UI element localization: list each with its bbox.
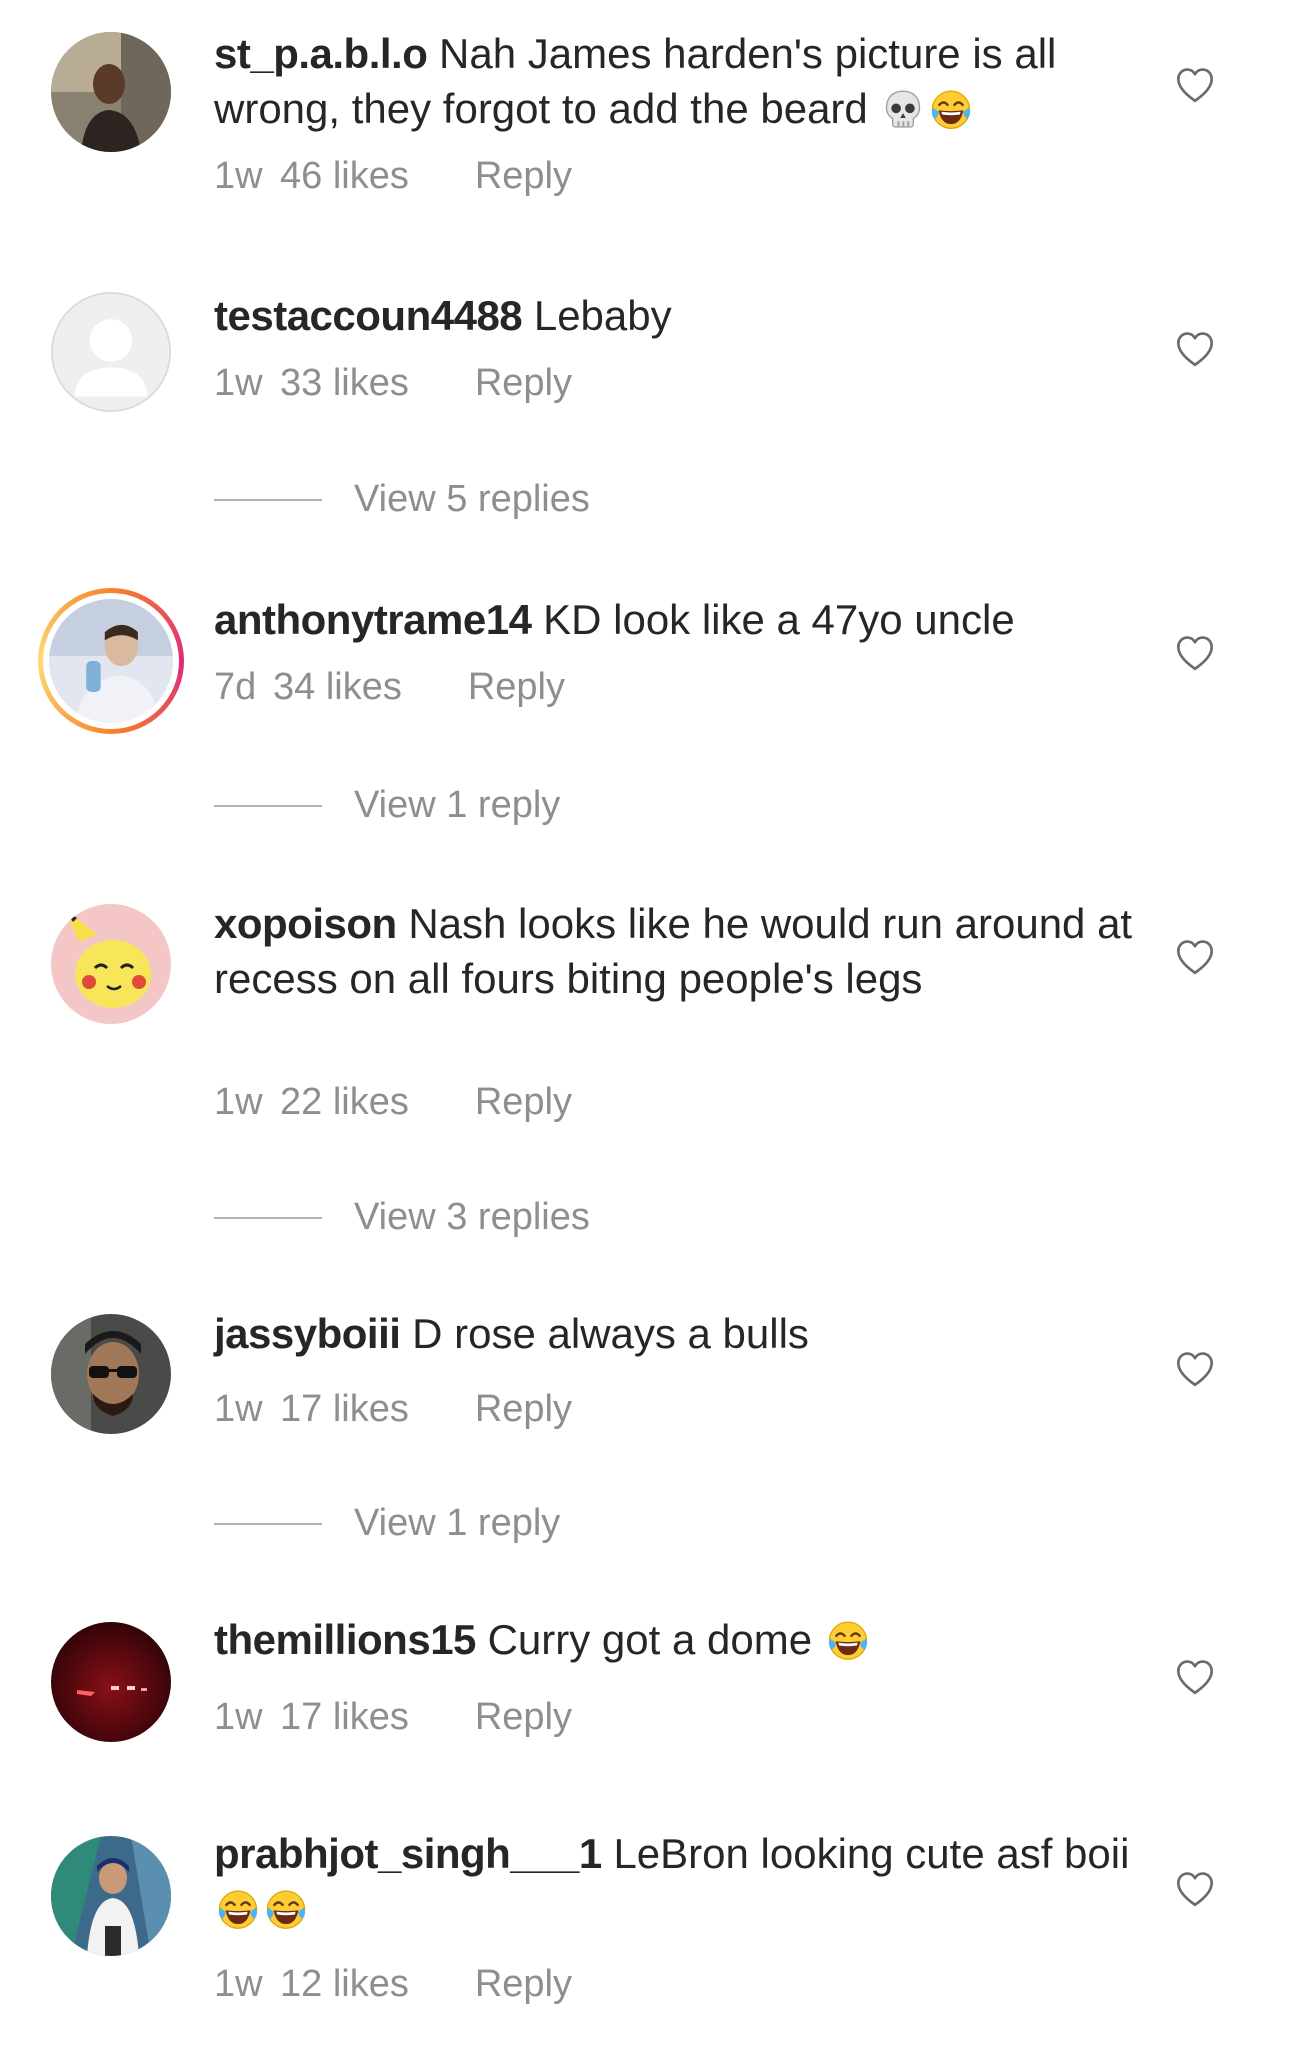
comment-time: 7d — [214, 666, 257, 708]
like-heart-icon[interactable] — [1175, 634, 1215, 672]
reply-button[interactable]: Reply — [475, 155, 572, 198]
comment-username[interactable]: prabhjot_singh___1 — [214, 1830, 602, 1877]
reply-button[interactable]: Reply — [475, 1696, 572, 1739]
comment-likes[interactable]: 33 likes — [280, 362, 409, 405]
comment-body: KD look like a 47yo uncle — [543, 596, 1015, 643]
reply-button[interactable]: Reply — [468, 666, 565, 709]
reply-divider — [214, 1216, 322, 1219]
pikachu-avatar-icon — [51, 904, 171, 1024]
comment-text: testaccoun4488 Lebaby — [214, 288, 1144, 343]
comment-likes[interactable]: 17 likes — [280, 1388, 409, 1431]
comment-time: 1w — [214, 1696, 263, 1738]
view-replies-button[interactable]: View 5 replies — [214, 478, 590, 521]
view-replies-button[interactable]: View 3 replies — [214, 1196, 590, 1239]
user-photo-icon — [49, 599, 173, 723]
comment-username[interactable]: jassyboiii — [214, 1310, 401, 1357]
comment-body: LeBron looking cute asf boii — [613, 1830, 1130, 1877]
car-lights-avatar-icon — [51, 1622, 171, 1742]
view-replies-label[interactable]: View 1 reply — [354, 784, 560, 827]
tears-of-joy-emoji-icon — [264, 1887, 308, 1931]
default-avatar-icon — [53, 294, 169, 410]
comment-username[interactable]: st_p.a.b.l.o — [214, 30, 428, 77]
comment-time: 1w — [214, 1963, 263, 2005]
comment-username[interactable]: themillions15 — [214, 1616, 476, 1663]
tears-of-joy-emoji-icon — [826, 1618, 870, 1662]
like-heart-icon[interactable] — [1175, 938, 1215, 976]
comment-text: anthonytrame14 KD look like a 47yo uncle — [214, 592, 1144, 647]
comment-body: Curry got a dome — [487, 1616, 813, 1663]
avatar[interactable] — [51, 1314, 171, 1434]
avatar[interactable] — [51, 904, 171, 1024]
comment-meta: 1w 17 likes Reply — [214, 1696, 572, 1739]
comment-likes[interactable]: 17 likes — [280, 1696, 409, 1739]
comment-body: Lebaby — [533, 292, 672, 339]
view-replies-button[interactable]: View 1 reply — [214, 1502, 560, 1545]
avatar-story-ring[interactable] — [38, 588, 184, 734]
like-heart-icon[interactable] — [1175, 1870, 1215, 1908]
comment-username[interactable]: xopoison — [214, 900, 397, 947]
comment-likes[interactable]: 22 likes — [280, 1081, 409, 1124]
comment-text: st_p.a.b.l.o Nah James harden's picture … — [214, 26, 1144, 136]
comment-time: 1w — [214, 155, 263, 197]
avatar[interactable] — [51, 32, 171, 152]
reply-button[interactable]: Reply — [475, 1388, 572, 1431]
comment-time: 1w — [214, 1388, 263, 1430]
user-photo-icon — [51, 32, 171, 152]
comment-text: prabhjot_singh___1 LeBron looking cute a… — [214, 1826, 1144, 1936]
like-heart-icon[interactable] — [1175, 330, 1215, 368]
view-replies-label[interactable]: View 1 reply — [354, 1502, 560, 1545]
user-photo-icon — [51, 1314, 171, 1434]
comment-meta: 1w 12 likes Reply — [214, 1963, 572, 2006]
comment-likes[interactable]: 46 likes — [280, 155, 409, 198]
reply-divider — [214, 498, 322, 501]
comment-body: D rose always a bulls — [412, 1310, 809, 1357]
reply-button[interactable]: Reply — [475, 1963, 572, 2006]
comment-meta: 1w 33 likes Reply — [214, 362, 572, 405]
comment-time: 1w — [214, 362, 263, 404]
tears-of-joy-emoji-icon — [216, 1887, 260, 1931]
avatar[interactable] — [51, 292, 171, 412]
comment-meta: 7d 34 likes Reply — [214, 666, 565, 709]
view-replies-button[interactable]: View 1 reply — [214, 784, 560, 827]
comment-likes[interactable]: 34 likes — [273, 666, 402, 709]
skull-emoji-icon — [881, 87, 925, 131]
reply-button[interactable]: Reply — [475, 1081, 572, 1124]
comment-username[interactable]: testaccoun4488 — [214, 292, 523, 339]
like-heart-icon[interactable] — [1175, 1350, 1215, 1388]
user-photo-icon — [51, 1836, 171, 1956]
comment-text: themillions15 Curry got a dome — [214, 1612, 1144, 1667]
tears-of-joy-emoji-icon — [929, 87, 973, 131]
comment-text: xopoison Nash looks like he would run ar… — [214, 896, 1144, 1006]
avatar[interactable] — [51, 1622, 171, 1742]
reply-divider — [214, 1522, 322, 1525]
like-heart-icon[interactable] — [1175, 1658, 1215, 1696]
view-replies-label[interactable]: View 5 replies — [354, 478, 590, 521]
comment-username[interactable]: anthonytrame14 — [214, 596, 532, 643]
comment-meta: 1w 46 likes Reply — [214, 155, 572, 198]
comment-meta: 1w 22 likes Reply — [214, 1081, 572, 1124]
reply-divider — [214, 804, 322, 807]
comment-text: jassyboiii D rose always a bulls — [214, 1306, 1144, 1361]
comment-meta: 1w 17 likes Reply — [214, 1388, 572, 1431]
comment-time: 1w — [214, 1081, 263, 1123]
like-heart-icon[interactable] — [1175, 66, 1215, 104]
comment-likes[interactable]: 12 likes — [280, 1963, 409, 2006]
avatar[interactable] — [51, 1836, 171, 1956]
reply-button[interactable]: Reply — [475, 362, 572, 405]
view-replies-label[interactable]: View 3 replies — [354, 1196, 590, 1239]
